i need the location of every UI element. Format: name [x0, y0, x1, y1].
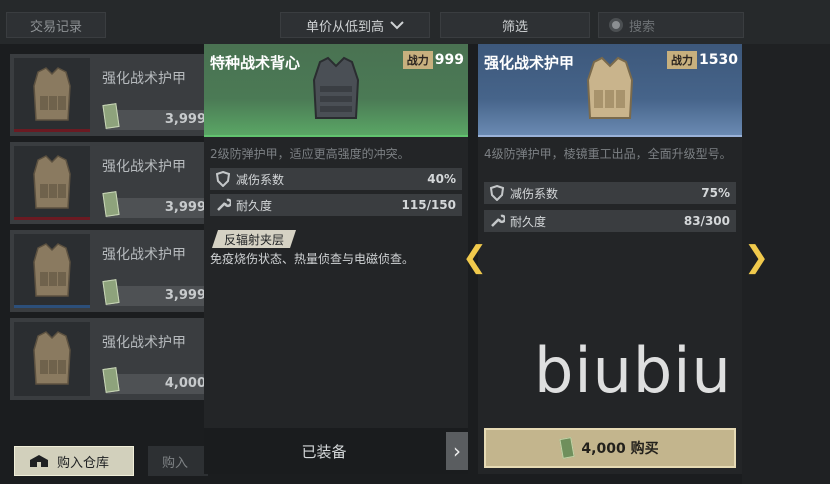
- buy-label: 4,000 购买: [581, 441, 659, 457]
- move-warehouse-label: 购入仓库: [57, 455, 110, 471]
- item-description: 2级防弹护甲，适应更高强度的冲突。: [210, 147, 410, 161]
- stat-value: 83/300: [683, 214, 730, 228]
- item-description: 4级防弹护甲，棱镜重工出品，全面升级型号。: [484, 147, 732, 161]
- filter-button[interactable]: 筛选: [440, 12, 590, 38]
- equipped-item-header: 特种战术背心 战力 999: [204, 44, 468, 137]
- selected-item-panel: 强化战术护甲 战力 1530 4级防弹护甲，棱镜重工出品，全面升级型号。 减伤系…: [478, 44, 742, 474]
- power-rating: 战力 999: [402, 51, 464, 69]
- power-label: 战力: [402, 51, 433, 69]
- buy-to-button[interactable]: 购入: [148, 446, 208, 476]
- equipped-label: 已装备: [301, 442, 347, 461]
- top-bar: 交易记录 单价从低到高 筛选 搜索: [0, 0, 830, 44]
- trade-history-tab[interactable]: 交易记录: [6, 12, 106, 38]
- money-icon: [559, 437, 576, 459]
- item-price: 3,999: [164, 288, 206, 303]
- armor-icon: [33, 331, 71, 385]
- stat-label: 耐久度: [236, 198, 273, 213]
- armor-icon: [33, 243, 71, 297]
- power-value: 999: [434, 52, 464, 68]
- stat-label: 减伤系数: [236, 172, 285, 187]
- item-name: 强化战术护甲: [102, 247, 186, 263]
- power-label: 战力: [667, 51, 698, 69]
- chevron-down-icon: [390, 21, 404, 30]
- buy-to-label: 购入: [162, 455, 189, 471]
- selected-item-title: 强化战术护甲: [484, 54, 575, 72]
- armor-icon: [586, 56, 634, 119]
- rarity-bar: [14, 305, 90, 308]
- perk-description: 免疫烧伤状态、热量侦查与电磁侦查。: [210, 252, 415, 266]
- next-item-arrow[interactable]: ❯: [744, 240, 769, 275]
- search-icon: [609, 18, 623, 32]
- stat-label: 减伤系数: [510, 186, 559, 201]
- money-icon: [102, 103, 120, 129]
- armor-thumbnail: [14, 146, 90, 220]
- armor-icon: [33, 155, 71, 209]
- armor-icon: [33, 67, 71, 121]
- stat-value: 115/150: [401, 198, 456, 212]
- search-input[interactable]: 搜索: [598, 12, 744, 38]
- money-icon: [102, 367, 120, 393]
- stat-row-damage-reduction: 减伤系数 40%: [210, 168, 462, 190]
- money-icon: [102, 279, 120, 305]
- vest-icon: [312, 56, 360, 119]
- move-to-warehouse-button[interactable]: 购入仓库: [14, 446, 134, 476]
- stat-row-damage-reduction: 减伤系数 75%: [484, 182, 736, 204]
- stat-label: 耐久度: [510, 214, 547, 229]
- item-list: 强化战术护甲 3,999 强化战术护甲 3,999 强化战术护甲 3,999 强…: [0, 50, 270, 430]
- filter-label: 筛选: [501, 19, 528, 35]
- item-name: 强化战术护甲: [102, 159, 186, 175]
- stat-value: 40%: [427, 172, 456, 186]
- power-rating: 战力 1530: [667, 51, 738, 69]
- rarity-bar: [14, 217, 90, 220]
- item-name: 强化战术护甲: [102, 71, 186, 87]
- equipped-status-bar: 已装备 ›: [204, 428, 468, 474]
- rarity-bar: [14, 393, 90, 396]
- equipped-item-panel: 特种战术背心 战力 999 2级防弹护甲，适应更高强度的冲突。 减伤系数 40%…: [204, 44, 468, 474]
- chevron-right-icon[interactable]: ›: [446, 432, 468, 470]
- money-icon: [102, 191, 120, 217]
- history-label: 交易记录: [29, 19, 82, 35]
- power-value: 1530: [699, 52, 738, 68]
- watermark: biubiu: [534, 334, 732, 407]
- equipped-item-title: 特种战术背心: [210, 54, 301, 72]
- item-price: 3,999: [164, 200, 206, 215]
- sort-label: 单价从低到高: [305, 19, 384, 35]
- warehouse-icon: [30, 455, 48, 467]
- previous-item-arrow[interactable]: ❮: [462, 240, 487, 275]
- search-placeholder: 搜索: [629, 19, 656, 35]
- sort-dropdown[interactable]: 单价从低到高: [280, 12, 430, 38]
- armor-thumbnail: [14, 58, 90, 132]
- shield-icon: [484, 185, 510, 201]
- stat-value: 75%: [701, 186, 730, 200]
- wrench-icon: [484, 213, 510, 229]
- shield-icon: [210, 171, 236, 187]
- rarity-bar: [14, 129, 90, 132]
- wrench-icon: [210, 197, 236, 213]
- item-name: 强化战术护甲: [102, 335, 186, 351]
- buy-button[interactable]: 4,000 购买: [484, 428, 736, 468]
- selected-item-header: 强化战术护甲 战力 1530: [478, 44, 742, 137]
- stat-row-durability: 耐久度 83/300: [484, 210, 736, 232]
- armor-thumbnail: [14, 322, 90, 396]
- perk-tag: 反辐射夹层: [212, 230, 296, 248]
- item-price: 4,000: [164, 376, 206, 391]
- item-price: 3,999: [164, 112, 206, 127]
- stat-row-durability: 耐久度 115/150: [210, 194, 462, 216]
- armor-thumbnail: [14, 234, 90, 308]
